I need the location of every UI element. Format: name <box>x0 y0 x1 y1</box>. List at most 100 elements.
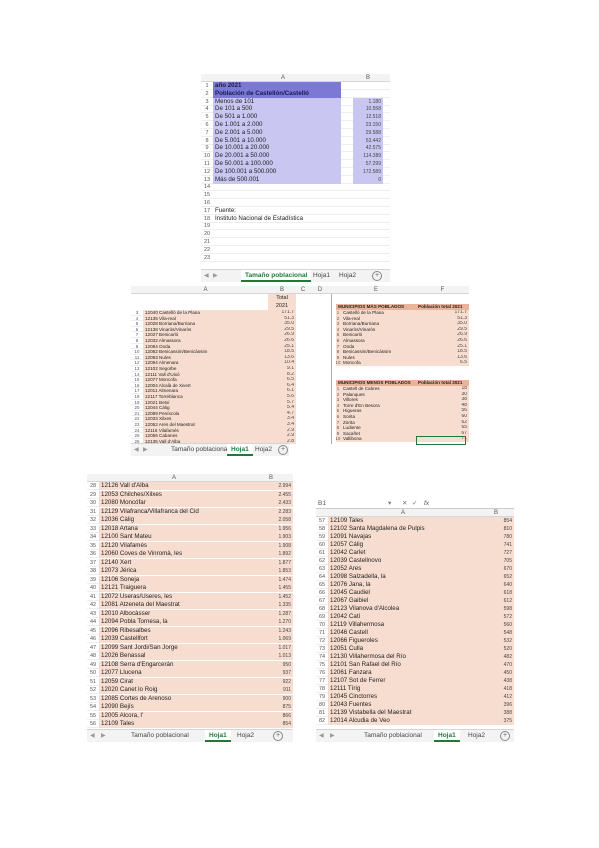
row-number[interactable]: 17 <box>201 207 213 215</box>
cell-a[interactable] <box>213 191 341 199</box>
cell-b[interactable]: 1.892 <box>249 550 293 558</box>
cell-b[interactable]: 2.433 <box>249 499 293 507</box>
cell-b[interactable]: 950 <box>249 660 293 669</box>
row-number[interactable]: 81 <box>316 709 328 717</box>
cell-a[interactable]: 12051 Culla <box>328 645 478 653</box>
table-row[interactable]: 39 12106 Soneja 1.474 <box>87 575 293 584</box>
cell-a[interactable]: De 50.001 a 100.000 <box>213 160 341 168</box>
cell-b[interactable] <box>353 215 383 223</box>
row-number[interactable]: 41 <box>87 593 99 601</box>
table-row[interactable]: 70 12119 Villahermosa 560 <box>316 621 514 629</box>
cell-b[interactable]: 532 <box>478 637 514 645</box>
row-number[interactable]: 3 <box>201 98 213 106</box>
row-number[interactable]: 19 <box>201 222 213 230</box>
row-number[interactable]: 10 <box>335 436 341 442</box>
cell-b[interactable] <box>353 90 383 98</box>
row-number[interactable]: 59 <box>316 533 328 541</box>
table-row[interactable]: 48 12026 Benassal 1.013 <box>87 652 293 660</box>
cell-a[interactable]: 12109 Tales <box>99 720 249 728</box>
row-number[interactable]: 62 <box>316 557 328 565</box>
sheet-grid[interactable]: 57 12109 Tales 854 58 12102 Santa Magdalena … <box>316 517 514 727</box>
cell-b[interactable]: 418 <box>478 685 514 693</box>
row-number[interactable]: 8 <box>201 137 213 145</box>
cell-a[interactable]: 12098 Salzadella, la <box>328 573 478 581</box>
cell-b[interactable]: 1.877 <box>249 558 293 567</box>
cell-a[interactable]: 12106 Soneja <box>99 575 249 584</box>
cell-a[interactable]: 12102 Santa Magdalena de Pulpis <box>328 525 478 533</box>
cell-a[interactable]: año 2021 <box>213 82 341 90</box>
cell-b[interactable]: 866 <box>249 711 293 720</box>
row-number[interactable]: 10 <box>335 360 341 366</box>
row-number[interactable]: 18 <box>201 215 213 223</box>
row-number[interactable]: 11 <box>201 160 213 168</box>
cell-a[interactable]: 12059 Cirat <box>99 677 249 686</box>
cell-b[interactable]: 612 <box>478 597 514 605</box>
row-number[interactable]: 20 <box>201 230 213 238</box>
cell-a[interactable]: 12085 Cortes de Arenoso <box>99 694 249 703</box>
table-row[interactable]: 21 <box>201 238 390 246</box>
cell-a[interactable]: 12045 Caudiel <box>328 589 478 597</box>
cell-b[interactable]: 450 <box>478 669 514 677</box>
cell-b[interactable] <box>353 191 383 199</box>
cell-b[interactable]: 1.853 <box>249 567 293 575</box>
section-title-value[interactable]: Población total 2021 <box>416 304 469 310</box>
cell-b[interactable]: 482 <box>478 653 514 661</box>
table-row[interactable]: 35 12120 Vilafamés 1.908 <box>87 541 293 550</box>
row-number[interactable]: 44 <box>87 618 99 626</box>
table-row[interactable]: 13 Más de 500.001 0 <box>201 175 390 184</box>
cell-a[interactable]: 12052 Ares <box>328 565 478 573</box>
cell-a[interactable]: De 100.001 a 500.000 <box>213 167 341 176</box>
next-sheet-icon[interactable]: ▶ <box>101 730 106 742</box>
table-row[interactable]: 68 12123 Vilanova d'Alcolea 598 <box>316 605 514 613</box>
col-header-c[interactable]: C <box>296 286 310 294</box>
row-number[interactable]: 36 <box>87 550 99 558</box>
add-sheet-icon[interactable]: + <box>273 731 283 741</box>
col-header-a[interactable]: A <box>213 74 353 82</box>
cell-b[interactable]: 780 <box>478 533 514 541</box>
cell-b[interactable]: 470 <box>478 661 514 669</box>
cell-b[interactable] <box>353 230 383 238</box>
cell-b[interactable]: 2.455 <box>249 490 293 499</box>
row-number[interactable]: 40 <box>87 584 99 592</box>
row-number[interactable]: 39 <box>87 576 99 584</box>
cell-b[interactable]: 1.180 <box>353 97 383 106</box>
row-number[interactable]: 47 <box>87 644 99 652</box>
row-number[interactable]: 42 <box>87 601 99 609</box>
cell-b[interactable]: 172.589 <box>353 167 383 176</box>
cell-b[interactable]: 727 <box>478 549 514 557</box>
add-sheet-icon[interactable]: + <box>278 445 288 455</box>
table-row[interactable]: 12 De 100.001 a 500.000 172.589 <box>201 167 390 176</box>
row-number[interactable]: 72 <box>316 637 328 645</box>
cell-a[interactable]: Población de Castellón/Castelló <box>213 89 341 98</box>
table-row[interactable]: 38 12073 Jérica 1.853 <box>87 567 293 575</box>
cell-a[interactable]: 12060 Coves de Vinromà, les <box>99 550 249 558</box>
tab-hoja2[interactable]: Hoja2 <box>464 730 489 742</box>
cell-b[interactable]: 1.270 <box>249 618 293 626</box>
table-row[interactable]: 9 De 10.001 a 20.000 42.575 <box>201 144 390 153</box>
chevron-down-icon[interactable]: ▾ <box>388 499 391 509</box>
table-row[interactable]: 10 Moncofa 6.5 <box>336 360 469 366</box>
table-row[interactable]: 66 12045 Caudiel 618 <box>316 589 514 597</box>
cell-a[interactable]: 12119 Villahermosa <box>328 621 478 629</box>
row-number[interactable]: 67 <box>316 597 328 605</box>
cell-b[interactable]: 2.994 <box>249 482 293 490</box>
table-row[interactable]: 8 De 5.001 a 10.000 53.442 <box>201 136 390 145</box>
cancel-icon[interactable]: ✕ <box>402 499 407 509</box>
row-number[interactable]: 15 <box>201 191 213 199</box>
cell-b[interactable]: 1.287 <box>249 609 293 618</box>
row-number[interactable]: 71 <box>316 629 328 637</box>
cell-a[interactable]: De 501 a 1.000 <box>213 113 341 122</box>
cell-b[interactable]: 42.575 <box>353 144 383 153</box>
cell-a[interactable]: 12080 Moncófar <box>99 499 249 507</box>
cell-b[interactable]: 23.150 <box>353 121 383 129</box>
cell-a[interactable]: 12081 Atzeneta del Maestrat <box>99 601 249 609</box>
table-row[interactable]: 69 12042 Catí 572 <box>316 613 514 621</box>
cell-b[interactable]: 1.243 <box>249 626 293 635</box>
cell-b[interactable]: 1.908 <box>249 541 293 550</box>
cell-a[interactable]: 12072 Useras/Useres, les <box>99 592 249 601</box>
row-number[interactable]: 50 <box>87 669 99 677</box>
cell-a[interactable]: 12076 Jana, la <box>328 581 478 589</box>
cell-b[interactable] <box>353 207 383 215</box>
table-row[interactable]: 7 De 2.001 a 5.000 29.588 <box>201 128 390 137</box>
cell-b[interactable]: 412 <box>478 693 514 701</box>
